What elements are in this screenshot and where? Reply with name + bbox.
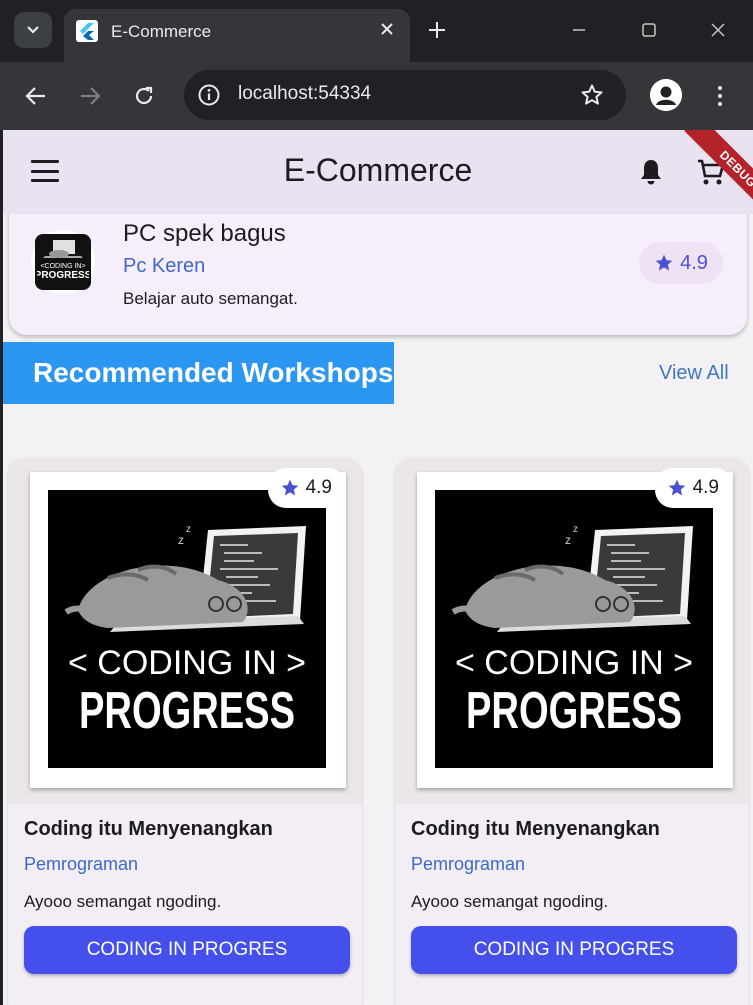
browser-tab[interactable]: E-Commerce — [64, 9, 410, 62]
flutter-favicon-icon — [76, 20, 98, 42]
url-text[interactable]: localhost:54334 — [238, 83, 371, 105]
window-close-button[interactable] — [707, 18, 729, 42]
workshop-action-button[interactable]: CODING IN PROGRES — [411, 926, 737, 974]
workshop-action-button[interactable]: CODING IN PROGRES — [24, 926, 350, 974]
workshop-card[interactable]: z z < CODING IN > PROGRESS 4.9 Coding it… — [395, 458, 749, 1005]
kebab-dot-icon — [718, 86, 722, 90]
featured-product-title: PC spek bagus — [123, 220, 286, 247]
reload-button[interactable] — [128, 80, 160, 112]
star-icon — [655, 254, 673, 271]
browser-toolbar: localhost:54334 — [0, 62, 753, 130]
workshop-card[interactable]: z z < CODING IN > PROGRESS 4.9 Coding it… — [8, 458, 362, 1005]
close-icon — [711, 23, 725, 37]
workshop-category[interactable]: Pemrograman — [411, 854, 525, 875]
workshop-description: Ayooo semangat ngoding. — [411, 892, 609, 911]
reload-icon — [135, 86, 153, 105]
minimize-icon — [573, 29, 585, 31]
workshop-rating-value: 4.9 — [692, 477, 719, 498]
browser-menu-button[interactable] — [708, 80, 732, 112]
coding-in-progress-image: z z < CODING IN > PROGRESS — [64, 524, 306, 740]
coding-in-progress-image: <CODING IN> PROGRESS — [37, 240, 89, 281]
bookmark-star-icon[interactable] — [578, 81, 606, 109]
workshop-image: z z < CODING IN > PROGRESS — [435, 490, 713, 768]
view-all-link[interactable]: View All — [659, 362, 729, 385]
debug-banner: DEBUG — [643, 130, 753, 240]
workshop-image-frame: z z < CODING IN > PROGRESS — [30, 472, 346, 788]
featured-product-card[interactable] — [9, 194, 747, 335]
featured-rating-badge: 4.9 — [639, 242, 723, 284]
coding-in-progress-image: z z < CODING IN > PROGRESS — [451, 524, 693, 740]
app-bar: E-Commerce DEBUG — [3, 130, 753, 223]
workshop-rating-badge: 4.9 — [654, 468, 733, 508]
workshop-rating-value: 4.9 — [305, 477, 332, 498]
workshop-image-frame: z z < CODING IN > PROGRESS — [417, 472, 733, 788]
back-button[interactable] — [20, 80, 52, 112]
svg-text:PROGRESS: PROGRESS — [37, 270, 89, 281]
maximize-button[interactable] — [638, 18, 660, 42]
workshop-image-area: z z < CODING IN > PROGRESS 4.9 — [395, 458, 749, 804]
kebab-dot-icon — [718, 94, 722, 98]
workshop-category[interactable]: Pemrograman — [24, 854, 138, 875]
svg-text:z: z — [573, 524, 578, 535]
svg-text:z: z — [565, 533, 571, 547]
star-icon — [668, 479, 685, 496]
featured-product-category[interactable]: Pc Keren — [123, 255, 205, 278]
chevron-down-icon — [27, 26, 39, 34]
workshop-title: Coding itu Menyenangkan — [411, 818, 660, 840]
tab-title: E-Commerce — [111, 22, 212, 41]
featured-rating-value: 4.9 — [680, 251, 708, 274]
tab-close-icon[interactable] — [376, 19, 398, 41]
forward-button[interactable] — [74, 80, 106, 112]
section-title: Recommended Workshops — [3, 342, 394, 404]
tab-search-button[interactable] — [14, 12, 52, 48]
svg-text:z: z — [186, 524, 191, 535]
workshop-title: Coding itu Menyenangkan — [24, 818, 273, 840]
workshop-rating-badge: 4.9 — [267, 468, 346, 508]
star-icon — [281, 479, 298, 496]
new-tab-button[interactable] — [428, 18, 446, 42]
minimize-button[interactable] — [568, 18, 590, 42]
arrow-left-icon — [25, 87, 45, 105]
site-info-icon[interactable] — [196, 82, 222, 108]
kebab-dot-icon — [718, 102, 722, 106]
arrow-right-icon — [81, 87, 101, 105]
workshop-image-caption-line2: PROGRESS — [466, 682, 682, 740]
browser-tabstrip: E-Commerce — [0, 0, 753, 62]
workshop-description: Ayooo semangat ngoding. — [24, 892, 222, 911]
workshop-image-caption-line1: < CODING IN > — [455, 644, 693, 682]
featured-product-thumbnail: <CODING IN> PROGRESS — [31, 230, 95, 294]
person-icon — [650, 79, 682, 111]
app-viewport: <CODING IN> PROGRESS PC spek bagus Pc Ke… — [3, 130, 753, 1005]
debug-label: DEBUG — [684, 130, 753, 223]
plus-icon — [429, 22, 445, 38]
svg-text:z: z — [178, 533, 184, 547]
profile-avatar-button[interactable] — [650, 79, 682, 111]
workshop-image-area: z z < CODING IN > PROGRESS 4.9 — [8, 458, 362, 804]
maximize-icon — [642, 23, 656, 37]
svg-text:<CODING IN>: <CODING IN> — [40, 263, 85, 270]
workshop-image-caption-line2: PROGRESS — [79, 682, 295, 740]
featured-product-description: Belajar auto semangat. — [123, 289, 298, 308]
workshop-image-caption-line1: < CODING IN > — [68, 644, 306, 682]
address-bar[interactable]: localhost:54334 — [184, 70, 626, 120]
workshop-image: z z < CODING IN > PROGRESS — [48, 490, 326, 768]
